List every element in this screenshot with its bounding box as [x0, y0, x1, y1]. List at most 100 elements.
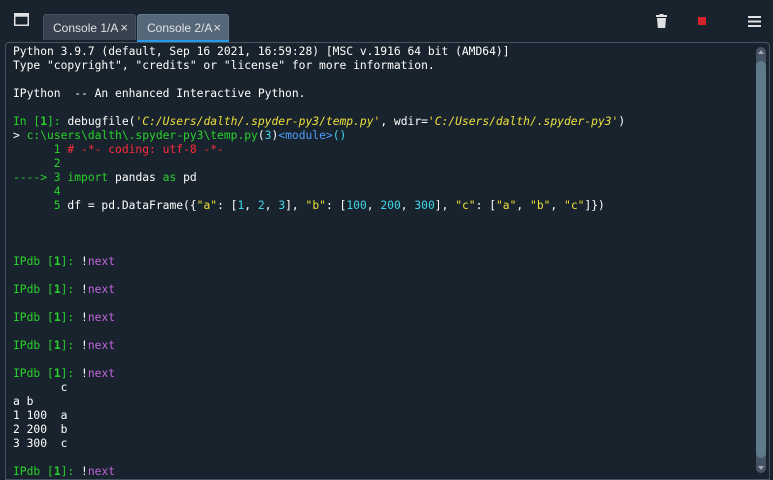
- close-tab-icon[interactable]: ×: [120, 15, 128, 41]
- console-line: a b: [13, 395, 625, 409]
- console-text: next: [87, 339, 116, 352]
- console-text: pd: [176, 171, 197, 184]
- console-text: 1: [53, 311, 61, 324]
- console-line: ----> 3 import pandas as pd: [13, 171, 625, 185]
- console-line: IPython -- An enhanced Interactive Pytho…: [13, 87, 625, 101]
- console-text: : [: [475, 199, 496, 212]
- window-icon[interactable]: [14, 13, 29, 26]
- hamburger-menu-icon[interactable]: [748, 16, 761, 27]
- console-output[interactable]: Python 3.9.7 (default, Sep 16 2021, 16:5…: [13, 45, 625, 479]
- vertical-scrollbar[interactable]: [756, 47, 766, 473]
- console-text: next: [87, 255, 116, 268]
- console-text: "c": [455, 199, 476, 212]
- console-line: IPdb [1]: !next: [13, 255, 625, 269]
- console-line: > c:\users\dalth\.spyder-py3\temp.py(3)<…: [13, 129, 625, 143]
- console-text: next: [87, 283, 116, 296]
- console-text: IPdb [: [13, 339, 54, 352]
- console-text: ,: [244, 199, 258, 212]
- console-text: 100: [346, 199, 367, 212]
- console-text: ]:: [60, 255, 82, 268]
- stop-icon[interactable]: [698, 17, 706, 25]
- console-text: c:\users\dalth\.spyder-py3\temp.py: [26, 129, 258, 142]
- console-text: "a": [196, 199, 218, 212]
- console-text: <module>: [278, 129, 333, 142]
- console-text: ----> 3: [13, 171, 68, 184]
- console-text: Python 3.9.7 (default, Sep 16 2021, 16:5…: [13, 45, 510, 58]
- console-text: 3 300 c: [13, 437, 68, 450]
- console-line: IPdb [1]: !next: [13, 465, 625, 479]
- console-text: 300: [414, 199, 435, 212]
- scroll-down-icon[interactable]: [758, 466, 764, 470]
- console-text: !: [81, 311, 88, 324]
- console-text: IPdb [: [13, 283, 54, 296]
- console-text: pandas: [108, 171, 163, 184]
- console-line: 1 100 a: [13, 409, 625, 423]
- console-text: (: [257, 129, 265, 142]
- scroll-up-icon[interactable]: [758, 50, 764, 54]
- console-text: "b": [305, 199, 326, 212]
- console-text: 1: [13, 143, 68, 156]
- console-text: 1: [53, 283, 61, 296]
- console-line: 2: [13, 157, 625, 171]
- tab-console-2a[interactable]: Console 2/A ×: [137, 14, 229, 43]
- console-line: 1 # -*- coding: utf-8 -*-: [13, 143, 625, 157]
- console-text: !: [81, 465, 88, 478]
- console-text: 1: [53, 339, 61, 352]
- console-text: 1 100 a: [13, 409, 68, 422]
- console-line: c: [13, 381, 625, 395]
- console-text: 'C:/Users/dalth/.spyder-py3': [427, 115, 619, 128]
- console-text: : [: [325, 199, 347, 212]
- console-text: ): [618, 115, 626, 128]
- tab-console-1a[interactable]: Console 1/A ×: [43, 14, 136, 40]
- console-line: 3 300 c: [13, 437, 625, 451]
- console-text: ]:: [60, 339, 82, 352]
- console-text: "b": [530, 199, 551, 212]
- console-text: ],: [285, 199, 306, 212]
- console-line: In [1]: debugfile('C:/Users/dalth/.spyde…: [13, 115, 625, 129]
- console-line: IPdb [1]: !next: [13, 339, 625, 353]
- console-text: import: [67, 171, 109, 184]
- console-text: 1: [40, 115, 48, 128]
- console-text: 200: [380, 199, 401, 212]
- console-text: ]:: [60, 311, 82, 324]
- tab-label: Console 1/A: [53, 21, 119, 35]
- console-text: 2 200 b: [13, 423, 68, 436]
- console-line: Python 3.9.7 (default, Sep 16 2021, 16:5…: [13, 45, 625, 59]
- console-line: 4: [13, 185, 625, 199]
- console-text: IPdb [: [13, 311, 54, 324]
- console-text: ],: [434, 199, 456, 212]
- scrollbar-thumb[interactable]: [756, 61, 766, 458]
- console-text: >: [13, 129, 27, 142]
- console-text: (): [332, 129, 347, 142]
- console-text: IPython -- An enhanced Interactive Pytho…: [13, 87, 306, 100]
- console-text: 'C:/Users/dalth/.spyder-py3/temp.py': [135, 115, 381, 128]
- console-text: ]:: [60, 283, 82, 296]
- close-tab-icon[interactable]: ×: [213, 15, 221, 41]
- tab-label: Console 2/A: [147, 21, 213, 35]
- console-text: ,: [550, 199, 565, 212]
- console-text: 2: [13, 157, 61, 170]
- console-text: c: [13, 381, 68, 394]
- console-text: In [: [13, 115, 41, 128]
- console-line: 5 df = pd.DataFrame({"a": [1, 2, 3], "b"…: [13, 199, 625, 213]
- console-text: !: [81, 367, 88, 380]
- console-text: next: [87, 311, 116, 324]
- console-text: 5: [13, 199, 68, 212]
- console-text: as: [162, 171, 177, 184]
- console-text: ]:: [47, 115, 68, 128]
- console-text: IPdb [: [13, 255, 54, 268]
- console-text: "c": [564, 199, 585, 212]
- console-text: !: [81, 283, 88, 296]
- console-panel[interactable]: Python 3.9.7 (default, Sep 16 2021, 16:5…: [5, 42, 770, 480]
- console-text: ,: [264, 199, 279, 212]
- console-text: # -*- coding: utf-8 -*-: [67, 143, 224, 156]
- console-text: ,: [516, 199, 531, 212]
- console-text: next: [87, 465, 116, 478]
- console-text: Type "copyright", "credits" or "license"…: [13, 59, 435, 72]
- console-text: df = pd.DataFrame({: [67, 199, 197, 212]
- trash-icon[interactable]: [656, 14, 667, 28]
- console-text: ,: [366, 199, 381, 212]
